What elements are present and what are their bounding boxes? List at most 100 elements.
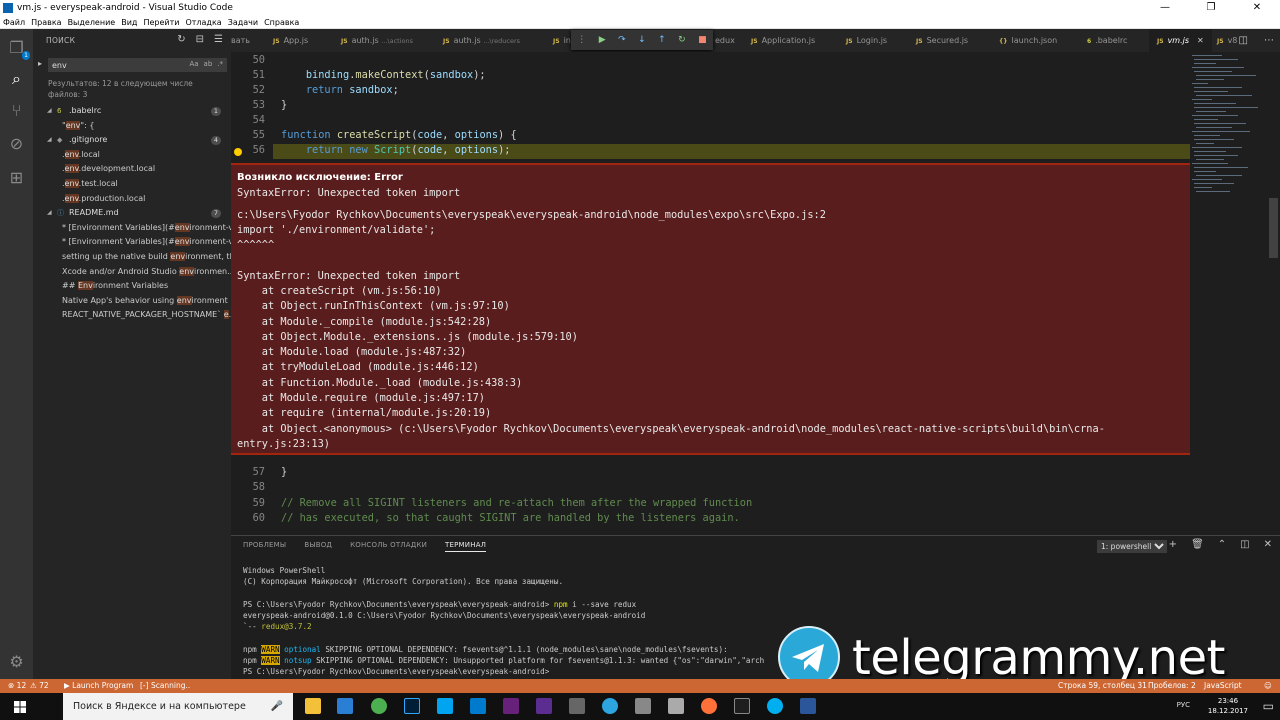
tab-babelrc[interactable]: 6 .babelrc (1087, 29, 1127, 52)
indentation[interactable]: Пробелов: 2 (1148, 679, 1196, 693)
clock[interactable]: 23:46 18.12.2017 (1208, 696, 1248, 716)
step-out-icon[interactable]: ↑ (658, 35, 666, 45)
tab-redux[interactable]: edux (715, 29, 735, 52)
smiley-icon[interactable]: ☺ (1264, 679, 1272, 693)
refresh-icon[interactable]: ↻ (177, 34, 185, 45)
vscode-taskbar-icon[interactable] (470, 698, 486, 714)
menu-debug[interactable]: Отладка (185, 16, 225, 28)
more-actions-icon[interactable]: ⋯ (1264, 29, 1274, 52)
tab-in[interactable]: JS in (553, 29, 571, 52)
store-icon[interactable] (337, 698, 353, 714)
menu-help[interactable]: Справка (264, 16, 303, 28)
taskbar-search[interactable]: Поиск в Яндексе и на компьютере 🎤 (63, 693, 293, 720)
photoshop-icon[interactable] (404, 698, 420, 714)
app-icon[interactable] (668, 698, 684, 714)
telegram-taskbar-icon[interactable] (602, 698, 618, 714)
result-file[interactable]: ◢ 6 .babelrc 1 (33, 104, 231, 119)
tab-output[interactable]: ВЫВОД (304, 541, 332, 552)
tab-vm-js[interactable]: JS vm.js ✕ (1149, 29, 1212, 52)
chevron-up-icon[interactable]: ⌃ (1218, 539, 1226, 550)
app-icon[interactable] (569, 698, 585, 714)
tab-auth-actions[interactable]: JS auth.js ...\actions (341, 29, 413, 52)
trash-icon[interactable]: 🗑 (1191, 539, 1204, 550)
search-icon[interactable]: ⌕ (6, 68, 27, 89)
editor-scrollbar[interactable] (1269, 198, 1278, 258)
minimize-button[interactable]: — (1142, 0, 1188, 16)
tab-login-js[interactable]: JS Login.js (846, 29, 887, 52)
split-editor-icon[interactable]: ◫ (1239, 29, 1248, 52)
explorer-icon[interactable]: ❐ 1 (6, 37, 30, 60)
menu-view[interactable]: Вид (121, 16, 141, 28)
terminal-icon[interactable] (734, 698, 750, 714)
chrome-icon[interactable] (371, 698, 387, 714)
result-match[interactable]: * [Environment Variables](#environment-v… (33, 235, 231, 250)
result-match[interactable]: "env": { (33, 119, 231, 134)
app-icon[interactable] (635, 698, 651, 714)
windows-start-icon[interactable] (14, 701, 26, 713)
word-icon[interactable] (800, 698, 816, 714)
tab-problems[interactable]: ПРОБЛЕМЫ (243, 541, 286, 552)
terminal-prompt[interactable]: PS C:\Users\Fyodor Rychkov\Documents\eve… (243, 667, 554, 676)
menu-file[interactable]: Файл (3, 16, 29, 28)
result-match[interactable]: .env.development.local (33, 162, 231, 177)
cursor-position[interactable]: Строка 59, столбец 31 (1058, 679, 1147, 693)
firefox-icon[interactable] (701, 698, 717, 714)
menu-tasks[interactable]: Задачи (228, 16, 262, 28)
result-match[interactable]: Native App's behavior using environment … (33, 294, 231, 309)
collapse-all-icon[interactable]: ☰ (214, 34, 223, 45)
add-terminal-icon[interactable]: + (1169, 539, 1177, 550)
result-match[interactable]: ## Environment Variables (33, 279, 231, 294)
menu-edit[interactable]: Правка (31, 16, 65, 28)
close-window-button[interactable]: ✕ (1234, 0, 1280, 16)
result-file[interactable]: ◢ ◆ .gitignore 4 (33, 133, 231, 148)
notifications-icon[interactable]: ▭ (1263, 699, 1274, 713)
skype-icon[interactable] (767, 698, 783, 714)
source-control-icon[interactable]: ⑂ (6, 100, 27, 121)
close-panel-icon[interactable]: ✕ (1264, 539, 1272, 550)
result-match[interactable]: .env.test.local (33, 177, 231, 192)
chevron-down-icon[interactable]: ◢ (47, 206, 52, 221)
stop-icon[interactable]: ■ (698, 35, 707, 45)
tab-application-js[interactable]: JS Application.js (751, 29, 815, 52)
menu-selection[interactable]: Выделение (68, 16, 120, 28)
visual-studio-icon[interactable] (503, 698, 519, 714)
restart-icon[interactable]: ↻ (678, 35, 686, 45)
regex-toggle[interactable]: .* (217, 60, 223, 68)
extensions-icon[interactable]: ⊞ (6, 167, 27, 188)
chevron-down-icon[interactable]: ◢ (47, 133, 52, 148)
whole-word-toggle[interactable]: ab (204, 60, 213, 68)
maximize-button[interactable]: ❐ (1188, 0, 1234, 16)
errors-indicator[interactable]: ⊗ 12 (8, 679, 26, 693)
result-match[interactable]: .env.local (33, 148, 231, 163)
app-icon[interactable] (437, 698, 453, 714)
step-over-icon[interactable]: ↷ (618, 35, 626, 45)
warnings-indicator[interactable]: ⚠ 72 (30, 679, 49, 693)
continue-icon[interactable]: ▶ (599, 35, 606, 45)
launch-config[interactable]: ▶ Launch Program (64, 679, 133, 693)
chevron-down-icon[interactable]: ◢ (47, 104, 52, 119)
result-file[interactable]: ◢ ⓘ README.md 7 (33, 206, 231, 221)
toggle-replace-icon[interactable]: ▸ (38, 59, 42, 68)
match-case-toggle[interactable]: Aa (189, 60, 198, 68)
app-icon[interactable] (536, 698, 552, 714)
clear-results-icon[interactable]: ⊟ (196, 34, 204, 45)
menu-go[interactable]: Перейти (143, 16, 183, 28)
result-match[interactable]: Xcode and/or Android Studio environmen..… (33, 265, 231, 280)
result-match[interactable]: .env.production.local (33, 192, 231, 207)
maximize-panel-icon[interactable]: ◫ (1240, 539, 1249, 550)
result-match[interactable]: setting up the native build environment,… (33, 250, 231, 265)
close-tab-icon[interactable]: ✕ (1197, 36, 1204, 45)
step-into-icon[interactable]: ↓ (638, 35, 646, 45)
gear-icon[interactable]: ⚙ (6, 651, 27, 672)
minimap[interactable] (1190, 52, 1280, 535)
language-mode[interactable]: JavaScript (1204, 679, 1242, 693)
tab-auth-reducers[interactable]: JS auth.js ...\reducers (443, 29, 520, 52)
tab-v8[interactable]: JS v8 (1217, 29, 1237, 52)
tab[interactable]: вать (231, 29, 250, 52)
tab-debug-console[interactable]: КОНСОЛЬ ОТЛАДКИ (350, 541, 427, 552)
tab-secured-js[interactable]: JS Secured.js (916, 29, 968, 52)
debug-icon[interactable]: ⊘ (6, 133, 27, 154)
result-match[interactable]: * [Environment Variables](#environment-v… (33, 221, 231, 236)
tab-app-js[interactable]: JS App.js (273, 29, 308, 52)
keyboard-language[interactable]: РУС (1177, 701, 1190, 709)
